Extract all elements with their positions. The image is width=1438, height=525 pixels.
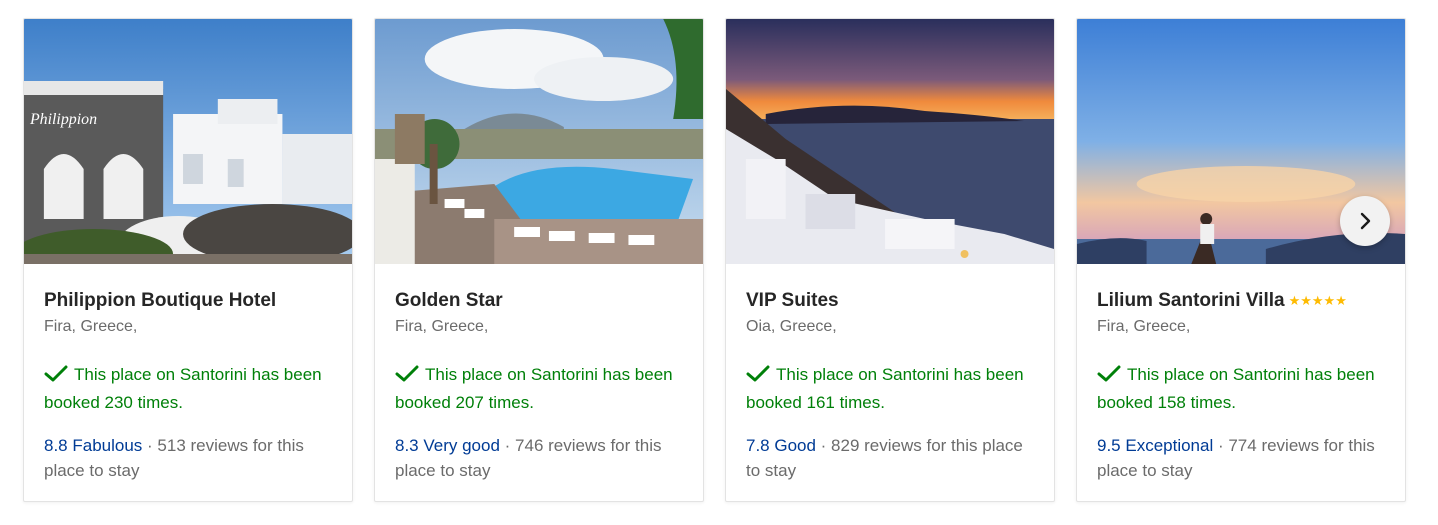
booked-notice: This place on Santorini has been booked … bbox=[1097, 361, 1385, 417]
property-card[interactable]: Golden Star Fira, Greece, This place on … bbox=[374, 18, 704, 502]
chevron-right-icon bbox=[1360, 212, 1371, 230]
checkmark-icon bbox=[1097, 365, 1121, 382]
checkmark-icon bbox=[746, 365, 770, 382]
property-photo[interactable] bbox=[726, 19, 1054, 264]
property-name-text[interactable]: Philippion Boutique Hotel bbox=[44, 290, 276, 311]
property-photo[interactable] bbox=[375, 19, 703, 264]
booked-text: This place on Santorini has been booked … bbox=[1097, 365, 1375, 412]
review-score: 8.3 Very good bbox=[395, 436, 500, 455]
property-location: Fira, Greece, bbox=[395, 318, 489, 335]
review-score: 9.5 Exceptional bbox=[1097, 436, 1214, 455]
star-rating: ★★★★★ bbox=[1288, 293, 1347, 308]
review-score: 7.8 Good bbox=[746, 436, 816, 455]
property-carousel: Philippion Philippion Boutique Hotel Fir… bbox=[23, 18, 1406, 502]
property-name[interactable]: Philippion Boutique Hotel bbox=[44, 289, 332, 313]
property-card[interactable]: VIP Suites Oia, Greece, This place on Sa… bbox=[725, 18, 1055, 502]
property-card[interactable]: Philippion Philippion Boutique Hotel Fir… bbox=[23, 18, 353, 502]
checkmark-icon bbox=[44, 365, 68, 382]
booked-notice: This place on Santorini has been booked … bbox=[395, 361, 683, 417]
svg-text:Philippion: Philippion bbox=[29, 111, 97, 128]
property-location: Fira, Greece, bbox=[1097, 318, 1191, 335]
property-location: Fira, Greece, bbox=[44, 318, 138, 335]
property-location: Oia, Greece, bbox=[746, 318, 837, 335]
booked-text: This place on Santorini has been booked … bbox=[746, 365, 1024, 412]
review-summary: 7.8 Good · 829 reviews for this place to… bbox=[746, 433, 1034, 483]
carousel-next-button[interactable] bbox=[1340, 196, 1390, 246]
property-name-text[interactable]: VIP Suites bbox=[746, 290, 839, 311]
property-photo[interactable]: Philippion bbox=[24, 19, 352, 264]
property-name-text[interactable]: Golden Star bbox=[395, 290, 503, 311]
property-name[interactable]: VIP Suites bbox=[746, 289, 1034, 313]
booked-text: This place on Santorini has been booked … bbox=[44, 365, 322, 412]
booked-text: This place on Santorini has been booked … bbox=[395, 365, 673, 412]
booked-notice: This place on Santorini has been booked … bbox=[44, 361, 332, 417]
review-summary: 8.8 Fabulous · 513 reviews for this plac… bbox=[44, 433, 332, 483]
property-card[interactable]: Lilium Santorini Villa ★★★★★ Fira, Greece… bbox=[1076, 18, 1406, 502]
checkmark-icon bbox=[395, 365, 419, 382]
booked-notice: This place on Santorini has been booked … bbox=[746, 361, 1034, 417]
review-summary: 9.5 Exceptional · 774 reviews for this p… bbox=[1097, 433, 1385, 483]
property-name[interactable]: Golden Star bbox=[395, 289, 683, 313]
property-name[interactable]: Lilium Santorini Villa ★★★★★ bbox=[1097, 289, 1385, 313]
review-summary: 8.3 Very good · 746 reviews for this pla… bbox=[395, 433, 683, 483]
review-score: 8.8 Fabulous bbox=[44, 436, 143, 455]
property-name-text[interactable]: Lilium Santorini Villa bbox=[1097, 290, 1285, 311]
